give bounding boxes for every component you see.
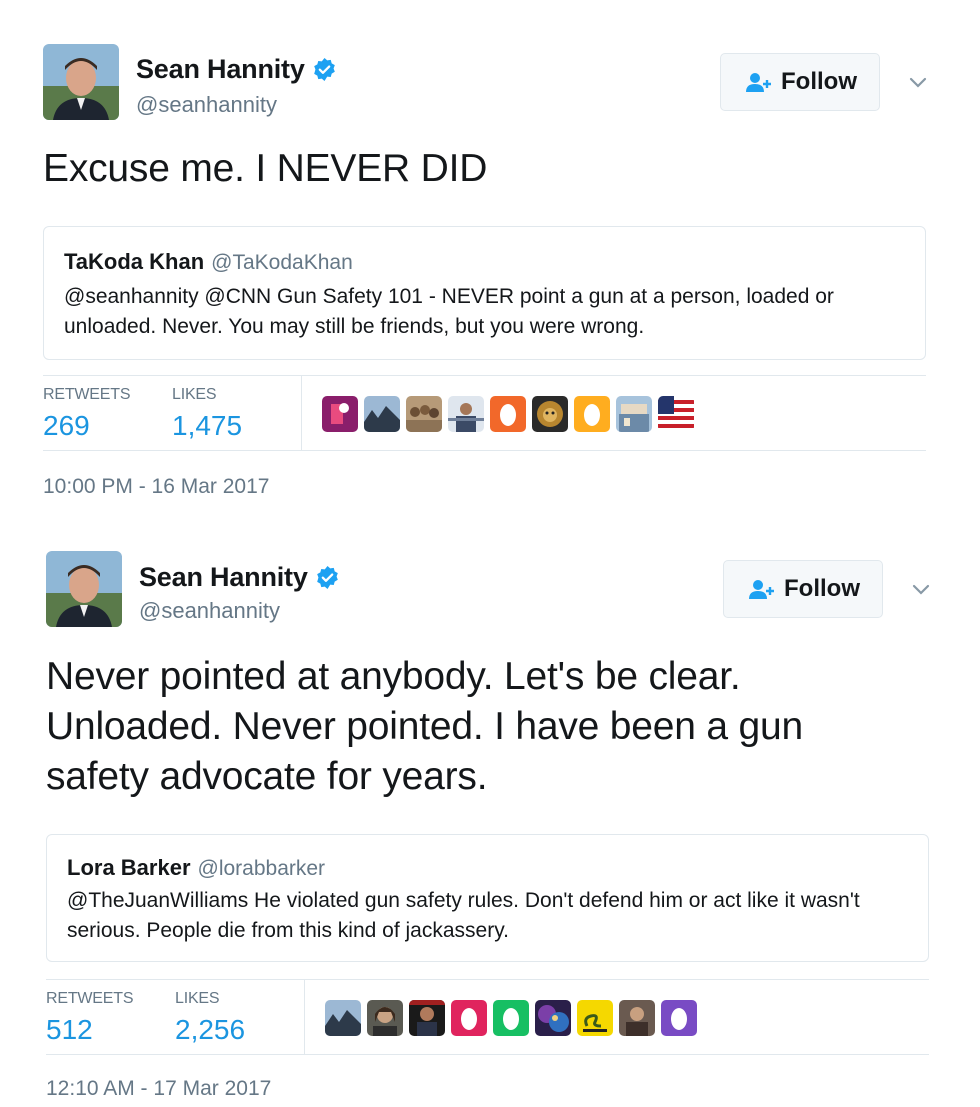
author-handle[interactable]: @seanhannity: [136, 92, 277, 118]
verified-badge-icon: [312, 57, 337, 82]
author-handle[interactable]: @seanhannity: [139, 598, 280, 624]
retweets-stat[interactable]: RETWEETS 512: [46, 990, 133, 1046]
liker-avatar[interactable]: [325, 1000, 361, 1036]
author-name[interactable]: Sean Hannity: [136, 54, 305, 85]
liker-avatars: [325, 1000, 703, 1036]
likes-count[interactable]: 2,256: [175, 1014, 245, 1046]
liker-avatar[interactable]: [532, 396, 568, 432]
tweet-1: Sean Hannity @seanhannity Follow Excuse …: [0, 0, 980, 520]
retweets-label: RETWEETS: [46, 990, 134, 1007]
author-name[interactable]: Sean Hannity: [139, 562, 308, 593]
retweets-label: RETWEETS: [43, 386, 131, 403]
author-avatar[interactable]: [46, 551, 122, 627]
likes-stat[interactable]: LIKES 1,475: [172, 386, 242, 442]
liker-avatar[interactable]: [448, 396, 484, 432]
quoted-tweet-text: @seanhannity @CNN Gun Safety 101 - NEVER…: [64, 285, 834, 338]
tweet-stats: RETWEETS 269 LIKES 1,475: [43, 375, 926, 451]
liker-avatars: [322, 396, 700, 432]
retweets-count[interactable]: 269: [43, 410, 130, 442]
tweet-text-line: safety advocate for years.: [46, 755, 488, 798]
liker-avatar[interactable]: [535, 1000, 571, 1036]
liker-avatar[interactable]: [367, 1000, 403, 1036]
egg-avatar-icon[interactable]: [574, 396, 610, 432]
follow-label: Follow: [784, 575, 860, 602]
chevron-down-icon[interactable]: [906, 70, 930, 94]
author-avatar[interactable]: [43, 44, 119, 120]
tweet-text-line: Unloaded. Never pointed. I have been a g…: [46, 705, 803, 748]
likes-label: LIKES: [175, 990, 220, 1007]
tweet-stats: RETWEETS 512 LIKES 2,256: [46, 979, 929, 1055]
quoted-author-name: TaKoda Khan: [64, 249, 205, 274]
liker-avatar[interactable]: [406, 396, 442, 432]
gadsden-flag-icon[interactable]: [577, 1000, 613, 1036]
quoted-tweet[interactable]: Lora Barker @lorabbarker @TheJuanWilliam…: [46, 834, 929, 962]
retweets-count[interactable]: 512: [46, 1014, 133, 1046]
follow-button[interactable]: Follow: [720, 53, 880, 111]
likes-label: LIKES: [172, 386, 217, 403]
quoted-tweet-header: Lora Barker @lorabbarker: [67, 855, 325, 881]
author-name-row[interactable]: Sean Hannity: [136, 54, 337, 85]
likes-count[interactable]: 1,475: [172, 410, 242, 442]
retweets-stat[interactable]: RETWEETS 269: [43, 386, 130, 442]
egg-avatar-icon[interactable]: [451, 1000, 487, 1036]
egg-avatar-icon[interactable]: [493, 1000, 529, 1036]
chevron-down-icon[interactable]: [909, 577, 933, 601]
quoted-author-handle: @TaKodaKhan: [211, 251, 353, 274]
quoted-author-name: Lora Barker: [67, 855, 191, 880]
add-user-icon: [746, 577, 778, 601]
liker-avatar[interactable]: [409, 1000, 445, 1036]
quoted-tweet-text: @TheJuanWilliams He violated gun safety …: [67, 889, 860, 942]
tweet-text: Excuse me. I NEVER DID: [43, 144, 487, 194]
stats-divider: [301, 376, 302, 450]
author-name-row[interactable]: Sean Hannity: [139, 562, 340, 593]
verified-badge-icon: [315, 565, 340, 590]
tweet-timestamp[interactable]: 10:00 PM - 16 Mar 2017: [43, 475, 269, 499]
liker-avatar[interactable]: [619, 1000, 655, 1036]
follow-button[interactable]: Follow: [723, 560, 883, 618]
add-user-icon: [743, 70, 775, 94]
egg-avatar-icon[interactable]: [490, 396, 526, 432]
liker-avatar[interactable]: [322, 396, 358, 432]
tweet-text: Never pointed at anybody. Let's be clear…: [46, 652, 803, 802]
quoted-author-handle: @lorabbarker: [197, 857, 326, 880]
tweet-text-line: Never pointed at anybody. Let's be clear…: [46, 655, 741, 698]
egg-avatar-icon[interactable]: [661, 1000, 697, 1036]
liker-avatar[interactable]: [616, 396, 652, 432]
liker-avatar[interactable]: [364, 396, 400, 432]
likes-stat[interactable]: LIKES 2,256: [175, 990, 245, 1046]
quoted-tweet[interactable]: TaKoda Khan @TaKodaKhan @seanhannity @CN…: [43, 226, 926, 360]
liker-avatar[interactable]: [658, 396, 694, 432]
tweet-text-line: Excuse me. I NEVER DID: [43, 147, 488, 190]
follow-label: Follow: [781, 68, 857, 95]
stats-divider: [304, 980, 305, 1054]
quoted-tweet-header: TaKoda Khan @TaKodaKhan: [64, 249, 353, 275]
tweet-timestamp[interactable]: 12:10 AM - 17 Mar 2017: [46, 1077, 271, 1101]
